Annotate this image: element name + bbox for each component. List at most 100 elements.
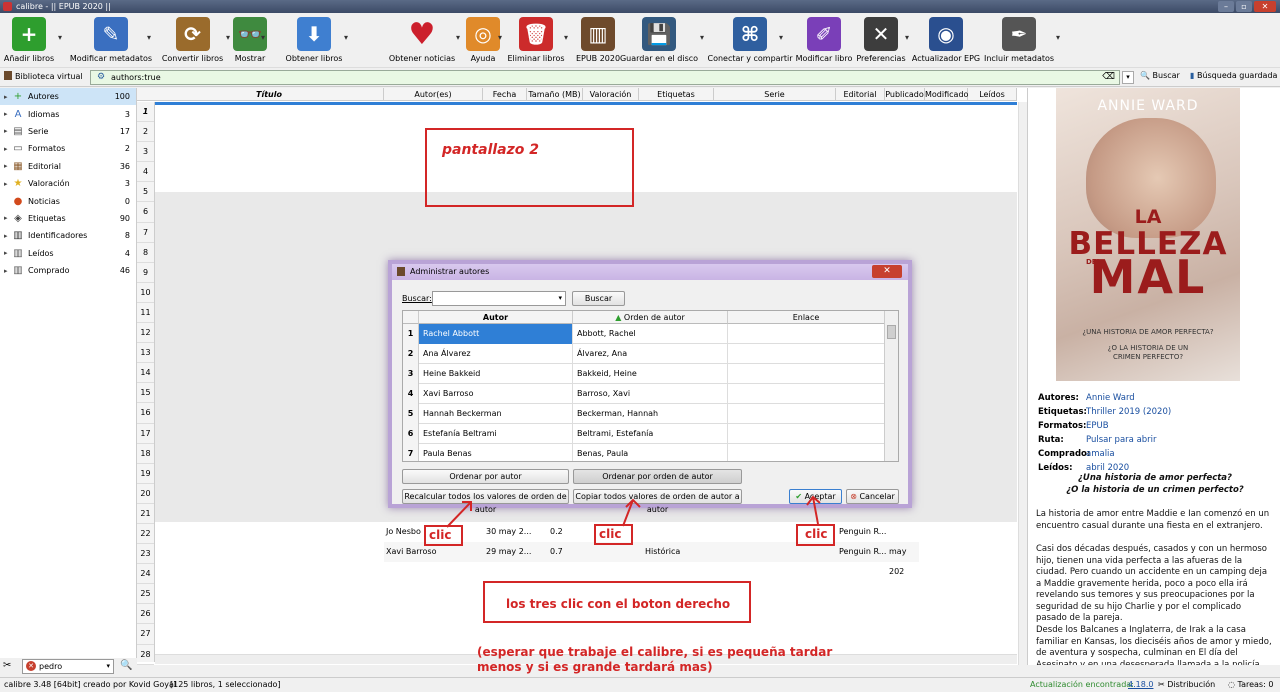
chevron-down-icon[interactable]: ▾ (905, 33, 909, 42)
recalculate-author-sort-button[interactable]: Recalcular todos los valores de orden de… (402, 489, 569, 514)
toolbar-button-1[interactable]: ✎ Modificar metadatos (66, 17, 156, 63)
tag-browser-item[interactable]: ▸ + Autores 100 (0, 88, 136, 106)
cell-author[interactable]: Rachel Abbott (419, 324, 573, 344)
expand-arrow-icon[interactable]: ▸ (4, 232, 12, 240)
ok-button[interactable]: ✔ Aceptar (789, 489, 842, 504)
update-version-link[interactable]: 4.18.0 (1128, 678, 1153, 692)
cell-link[interactable] (728, 364, 885, 384)
authors-table-scrollbar[interactable] (884, 311, 898, 461)
row-number[interactable]: 19 (137, 464, 154, 484)
expand-arrow-icon[interactable]: ▸ (4, 214, 12, 222)
chevron-down-icon[interactable]: ▾ (779, 33, 783, 42)
cell-link[interactable] (728, 384, 885, 404)
row-number[interactable]: 7 (137, 223, 154, 243)
metadata-value-link[interactable]: Pulsar para abrir (1086, 435, 1157, 445)
metadata-value-link[interactable]: Annie Ward (1086, 393, 1135, 403)
metadata-value-link[interactable]: abril 2020 (1086, 463, 1129, 473)
expand-arrow-icon[interactable]: ▸ (4, 162, 12, 170)
minimize-button[interactable]: – (1218, 1, 1234, 12)
row-number[interactable]: 10 (137, 283, 154, 303)
expand-arrow-icon[interactable]: ▸ (4, 180, 12, 188)
tag-browser-item[interactable]: ▸ ▥ Identificadores 8 (0, 227, 136, 244)
chevron-down-icon[interactable]: ▾ (1056, 33, 1060, 42)
toolbar-button-11[interactable]: ✐ Modificar libro (796, 17, 852, 63)
authors-table-row[interactable]: 2 Ana Álvarez Álvarez, Ana (403, 344, 885, 364)
column-header[interactable]: Fecha (483, 88, 527, 101)
gear-icon[interactable]: ⚙ (97, 71, 105, 84)
dialog-close-button[interactable]: ✕ (872, 265, 902, 278)
row-number[interactable]: 21 (137, 504, 154, 524)
chevron-down-icon[interactable]: ▾ (58, 33, 62, 42)
chevron-down-icon[interactable]: ▾ (147, 33, 151, 42)
toolbar-button-2[interactable]: ⟳ Convertir libros (162, 17, 223, 63)
tag-browser-item[interactable]: ▸ ▥ Leídos 4 (0, 245, 136, 262)
toolbar-button-6[interactable]: ◎ Ayuda (466, 17, 500, 63)
chevron-down-icon[interactable]: ▾ (261, 33, 265, 42)
row-number[interactable]: 17 (137, 424, 154, 444)
chevron-down-icon[interactable]: ▾ (106, 660, 110, 673)
expand-arrow-icon[interactable]: ▸ (4, 249, 12, 257)
maximize-button[interactable]: ▫ (1236, 1, 1252, 12)
column-header[interactable]: Leídos (968, 88, 1017, 101)
row-number[interactable]: 15 (137, 383, 154, 404)
row-number[interactable]: 3 (137, 142, 154, 163)
cell-link[interactable] (728, 424, 885, 444)
row-number[interactable]: 18 (137, 444, 154, 464)
expand-arrow-icon[interactable]: ▸ (4, 127, 12, 135)
row-number[interactable]: 5 (137, 182, 154, 203)
clear-icon[interactable]: ✕ (26, 661, 36, 671)
row-number[interactable]: 24 (137, 564, 154, 585)
toolbar-button-0[interactable]: + Añadir libros (4, 17, 54, 63)
search-history-dropdown[interactable]: ▾ (1122, 71, 1134, 84)
tag-browser-item[interactable]: ▸ ▤ Serie 17 (0, 123, 136, 140)
saved-search-button[interactable]: ▮ Búsqueda guardada (1190, 71, 1277, 80)
cell-sort[interactable]: Álvarez, Ana (573, 344, 728, 364)
tag-browser-item[interactable]: ▸ ▥ Comprado 46 (0, 262, 136, 279)
row-number[interactable]: 1 (137, 102, 154, 123)
cancel-button[interactable]: ⊗ Cancelar (846, 489, 899, 504)
column-header[interactable]: Modificado (925, 88, 968, 101)
column-header[interactable]: Valoración (583, 88, 639, 101)
row-number[interactable]: 14 (137, 363, 154, 384)
dialog-search-button[interactable]: Buscar (572, 291, 625, 306)
row-number[interactable]: 8 (137, 243, 154, 263)
toolbar-button-9[interactable]: 💾 Guardar en el disco (620, 17, 698, 63)
copy-author-sort-button[interactable]: Copiar todos valores de orden de autor a… (573, 489, 742, 514)
cell-author[interactable]: Xavi Barroso (419, 384, 573, 404)
column-header[interactable]: Editorial (836, 88, 885, 101)
tag-browser-search-input[interactable]: ✕ pedro ▾ (22, 659, 114, 674)
authors-table-row[interactable]: 3 Heine Bakkeid Bakkeid, Heine (403, 364, 885, 384)
toolbar-button-12[interactable]: ✕ Preferencias (856, 17, 906, 63)
toolbar-button-7[interactable]: 🗑 Eliminar libros (507, 17, 565, 63)
row-number[interactable]: 28 (137, 645, 154, 665)
tag-browser-item[interactable]: ▸ A Idiomas 3 (0, 105, 136, 122)
distribution-button[interactable]: ✂ Distribución (1158, 678, 1215, 692)
authors-table-header[interactable]: Enlace (728, 311, 885, 324)
authors-table-row[interactable]: 5 Hannah Beckerman Beckerman, Hannah (403, 404, 885, 424)
vertical-scrollbar[interactable] (1018, 102, 1027, 665)
toolbar-button-5[interactable]: ♥ Obtener noticias (389, 17, 455, 64)
table-row[interactable]: Jo Nesbo 30 may 2... 0.2 Penguin R... (384, 522, 919, 542)
metadata-value-link[interactable]: EPUB (1086, 421, 1109, 431)
column-header[interactable]: Etiquetas (639, 88, 714, 101)
toolbar-button-10[interactable]: ⌘ Conectar y compartir (707, 17, 793, 63)
tag-browser-item[interactable]: ▸ ★ Valoración 3 (0, 175, 136, 192)
expand-arrow-icon[interactable]: ▸ (4, 267, 12, 275)
authors-table-header[interactable]: ▲ Orden de autor (573, 311, 728, 324)
book-cover[interactable]: ANNIE WARD LA BELLEZA DEL MAL ¿UNA HISTO… (1056, 88, 1240, 381)
close-window-button[interactable]: ✕ (1254, 1, 1276, 12)
cell-link[interactable] (728, 324, 885, 344)
chevron-down-icon[interactable]: ▾ (344, 33, 348, 42)
cell-link[interactable] (728, 444, 885, 461)
column-header[interactable]: Publicado (885, 88, 925, 101)
row-number[interactable]: 25 (137, 584, 154, 605)
authors-table-row[interactable]: 6 Estefanía Beltrami Beltrami, Estefanía (403, 424, 885, 444)
table-row[interactable]: Xavi Barroso 29 may 2... 0.7 Histórica Pengu… (384, 542, 919, 576)
row-number[interactable]: 22 (137, 524, 154, 545)
row-number[interactable]: 11 (137, 303, 154, 324)
cell-sort[interactable]: Beltrami, Estefanía (573, 424, 728, 444)
toolbar-button-4[interactable]: ⬇ Obtener libros (286, 17, 342, 63)
chevron-down-icon[interactable]: ▾ (498, 33, 502, 42)
authors-table-row[interactable]: 7 Paula Benas Benas, Paula (403, 444, 885, 461)
cell-sort[interactable]: Bakkeid, Heine (573, 364, 728, 384)
